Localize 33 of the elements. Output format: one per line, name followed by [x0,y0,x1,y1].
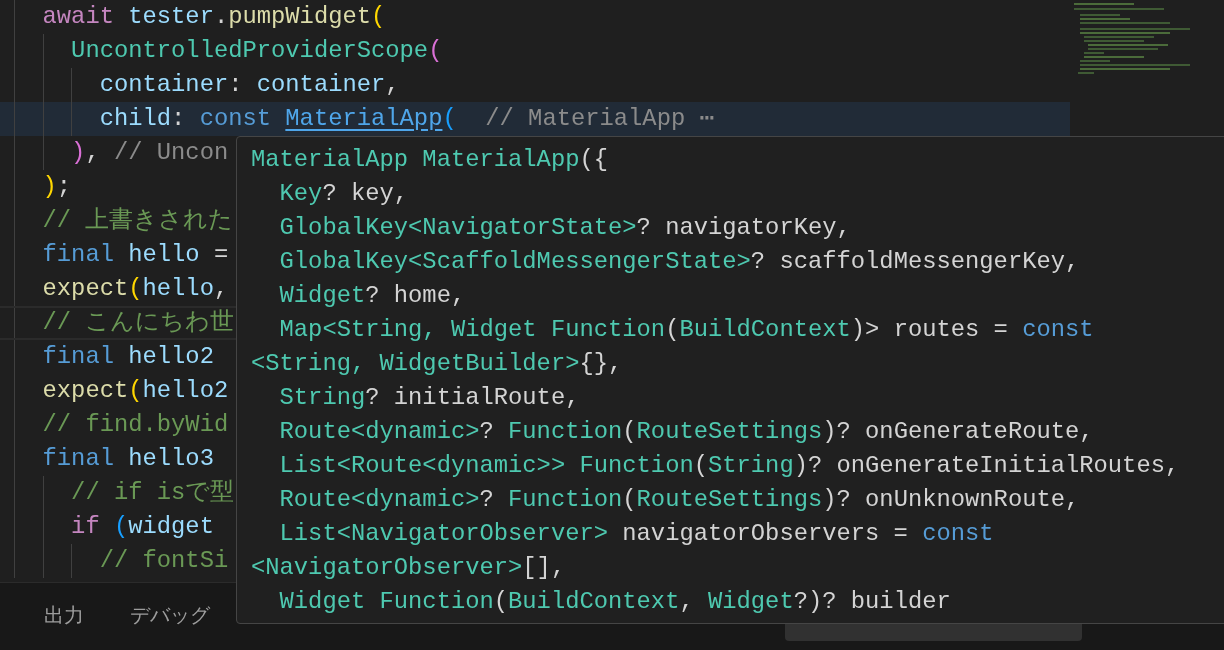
signature-line: Route<dynamic>? Function(RouteSettings)? onGenerateRoute, [278,417,1094,447]
signature-line: GlobalKey<ScaffoldMessengerState>? scaffoldMessengerKey, [278,247,1080,277]
code-line: // if isで型 [70,478,235,508]
signature-line: Widget? home, [278,281,466,311]
code-line: ), // Uncon [70,138,229,168]
code-line: // こんにちわ世 [41,308,235,338]
signature-line: <NavigatorObserver>[], [251,553,566,583]
signature-line: Widget Function(BuildContext, Widget?)? builder [278,587,951,617]
signature-line: List<NavigatorObserver> navigatorObservers = const [278,519,994,549]
signature-line: String? initialRoute, [278,383,580,413]
code-line: // fontSi [98,546,229,576]
code-line: final hello = [41,240,229,270]
code-line: final hello2 [41,342,214,372]
code-line: expect(hello2 [41,376,229,406]
code-line: ); [41,172,72,202]
code-line: if (widget [70,512,214,542]
panel-tab[interactable]: 出力 [32,598,96,635]
code-line: expect(hello, [41,274,229,304]
signature-line: Map<String, Widget Function(BuildContext)> routes = const [278,315,1094,345]
code-line: container: container, [98,70,400,100]
signature-line: MaterialApp MaterialApp({ [251,145,608,175]
signature-line: <String, WidgetBuilder>{}, [251,349,623,379]
code-line: final hello3 [41,444,214,474]
code-line: // find.byWid [41,410,229,440]
signature-line: Route<dynamic>? Function(RouteSettings)? onUnknownRoute, [278,485,1080,515]
panel-tab[interactable]: デバッグ [118,598,222,635]
code-line: child: const MaterialApp( // MaterialApp ⋯ [98,104,714,134]
code-line: // 上書きされた [41,206,234,236]
signature-line: Key? key, [278,179,409,209]
signature-line: List<Route<dynamic>> Function(String)? onGenerateInitialRoutes, [278,451,1180,481]
code-line: await tester.pumpWidget( [41,2,386,32]
code-line: UncontrolledProviderScope( [70,36,443,66]
signature-line: GlobalKey<NavigatorState>? navigatorKey, [278,213,851,243]
